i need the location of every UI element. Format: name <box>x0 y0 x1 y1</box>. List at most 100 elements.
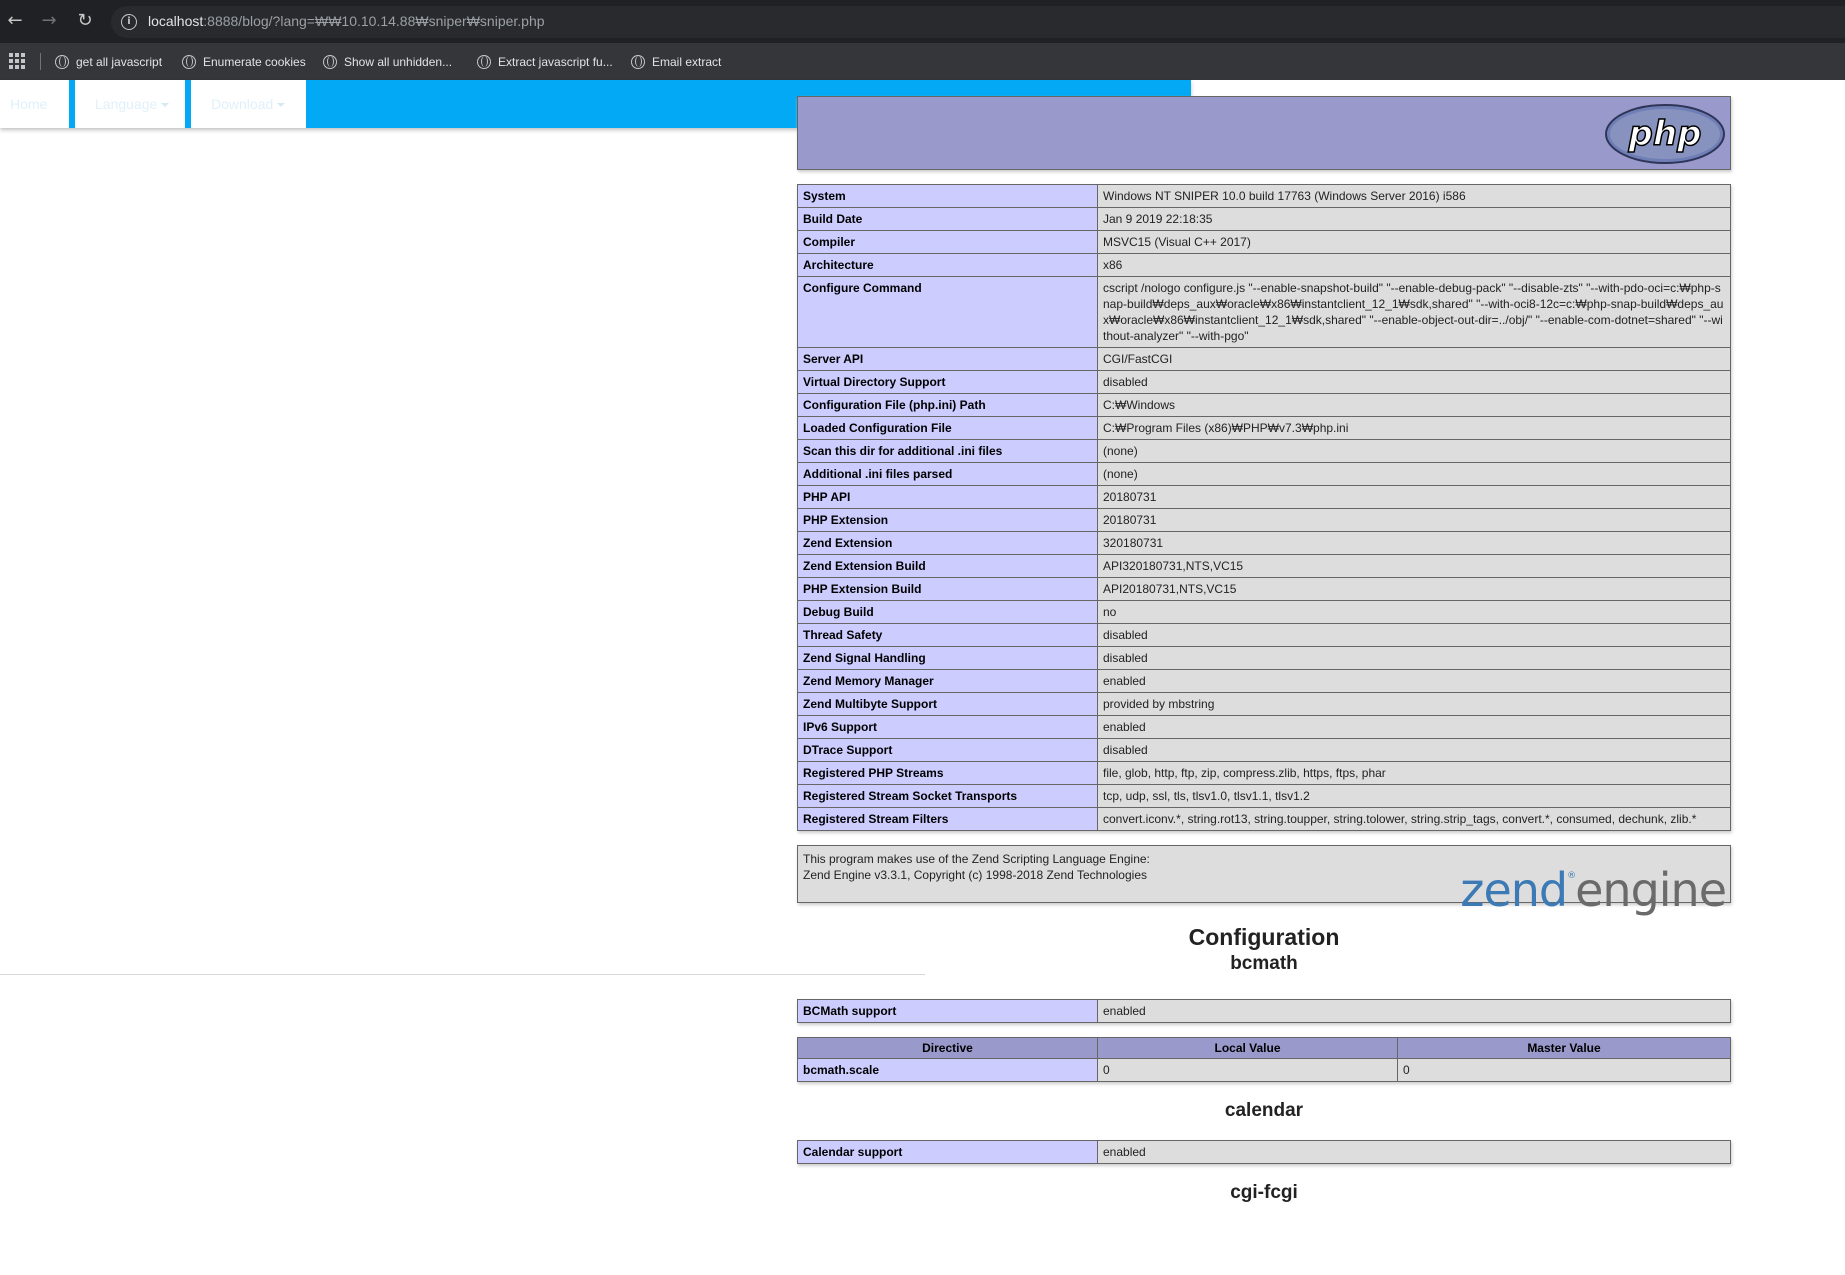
row-label: Additional .ini files parsed <box>797 462 1098 486</box>
globe-icon <box>182 55 196 69</box>
row-label: Loaded Configuration File <box>797 416 1098 440</box>
engine-logo-word: engine <box>1575 863 1727 917</box>
row-value: 20180731 <box>1097 508 1731 532</box>
table-row: Loaded Configuration File C:₩Program File… <box>797 416 1731 440</box>
row-label: Architecture <box>797 253 1098 277</box>
bcmath-support-table: BCMath support enabled <box>797 999 1731 1023</box>
zend-engine-logo[interactable]: zend®engine <box>1460 850 1727 917</box>
table-row: System Windows NT SNIPER 10.0 build 17763… <box>797 184 1731 208</box>
table-row: Configure Command cscript /nologo configu… <box>797 276 1731 348</box>
horizontal-rule <box>0 974 925 975</box>
url-host: localhost <box>148 13 204 29</box>
php-logo-text: php <box>1628 114 1702 154</box>
calendar-support-table: Calendar support enabled <box>797 1140 1731 1164</box>
bcmath-directives-table: Directive Local Value Master Value bcmat… <box>797 1037 1731 1082</box>
table-row: Registered PHP Streams file, glob, http, … <box>797 761 1731 785</box>
row-label: Zend Signal Handling <box>797 646 1098 670</box>
bookmark-label: Enumerate cookies <box>203 55 306 69</box>
zend-logo-word: zend <box>1460 863 1568 917</box>
row-value: (none) <box>1097 439 1731 463</box>
table-row: Thread Safety disabled <box>797 623 1731 647</box>
row-value: enabled <box>1097 669 1731 693</box>
table-row: Compiler MSVC15 (Visual C++ 2017) <box>797 230 1731 254</box>
table-row: Zend Multibyte Support provided by mbstri… <box>797 692 1731 716</box>
php-logo[interactable]: php <box>1604 103 1726 165</box>
browser-toolbar: ← → ↻ i localhost:8888/blog/?lang=₩₩10.1… <box>0 0 1845 43</box>
phpinfo-content: php System Windows NT SNIPER 10.0 build 1… <box>797 96 1731 1206</box>
bcmath-heading: bcmath <box>1230 953 1298 974</box>
caret-down-icon <box>161 103 170 108</box>
bookmark-get-all-javascript[interactable]: get all javascript <box>55 51 162 73</box>
row-label: Registered Stream Filters <box>797 807 1098 831</box>
row-label: Registered PHP Streams <box>797 761 1098 785</box>
bookmark-label: Email extract <box>652 55 722 69</box>
table-row: Debug Build no <box>797 600 1731 624</box>
table-row: Configuration File (php.ini) Path C:₩Wind… <box>797 393 1731 417</box>
apps-grid-icon[interactable] <box>9 53 25 69</box>
row-value: tcp, udp, ssl, tls, tlsv1.0, tlsv1.1, tl… <box>1097 784 1731 808</box>
table-row: Zend Extension Build API320180731,NTS,VC1… <box>797 554 1731 578</box>
directive-local-value: 0 <box>1097 1058 1398 1082</box>
row-value: (none) <box>1097 462 1731 486</box>
reload-icon[interactable]: ↻ <box>74 10 96 32</box>
table-row: DTrace Support disabled <box>797 738 1731 762</box>
directive-name: bcmath.scale <box>797 1058 1098 1082</box>
bookmarks-bar: get all javascript Enumerate cookies Sho… <box>0 43 1845 80</box>
bookmarks-divider <box>40 53 41 70</box>
row-label: Thread Safety <box>797 623 1098 647</box>
table-row: Zend Memory Manager enabled <box>797 669 1731 693</box>
table-row: Zend Signal Handling disabled <box>797 646 1731 670</box>
calendar-support-label: Calendar support <box>797 1140 1098 1164</box>
table-row: PHP Extension Build API20180731,NTS,VC15 <box>797 577 1731 601</box>
nav-download-dropdown[interactable]: Download <box>191 80 306 128</box>
address-bar[interactable]: i localhost:8888/blog/?lang=₩₩10.10.14.8… <box>111 6 1845 38</box>
row-label: PHP Extension Build <box>797 577 1098 601</box>
url-text[interactable]: localhost:8888/blog/?lang=₩₩10.10.14.88₩… <box>148 13 545 29</box>
calendar-heading: calendar <box>1224 1100 1304 1121</box>
table-row: Calendar support enabled <box>797 1140 1731 1164</box>
row-value: 20180731 <box>1097 485 1731 509</box>
row-value: disabled <box>1097 646 1731 670</box>
row-label: System <box>797 184 1098 208</box>
bookmark-show-all-unhidden[interactable]: Show all unhidden... <box>323 51 452 73</box>
row-value: 320180731 <box>1097 531 1731 555</box>
table-row: Zend Extension 320180731 <box>797 531 1731 555</box>
table-row: Server API CGI/FastCGI <box>797 347 1731 371</box>
row-value: file, glob, http, ftp, zip, compress.zli… <box>1097 761 1731 785</box>
row-value: Jan 9 2019 22:18:35 <box>1097 207 1731 231</box>
cgi-fcgi-heading: cgi-fcgi <box>1230 1182 1298 1203</box>
master-value-column-header: Master Value <box>1397 1037 1731 1059</box>
bookmark-email-extract[interactable]: Email extract <box>631 51 721 73</box>
row-label: Virtual Directory Support <box>797 370 1098 394</box>
row-label: Configuration File (php.ini) Path <box>797 393 1098 417</box>
row-label: Scan this dir for additional .ini files <box>797 439 1098 463</box>
row-value: C:₩Program Files (x86)₩PHP₩v7.3₩php.ini <box>1097 416 1731 440</box>
row-value: Windows NT SNIPER 10.0 build 17763 (Wind… <box>1097 184 1731 208</box>
bookmark-label: get all javascript <box>76 55 163 69</box>
nav-language-dropdown[interactable]: Language <box>75 80 185 128</box>
globe-icon <box>477 55 491 69</box>
row-value: x86 <box>1097 253 1731 277</box>
table-row: PHP Extension 20180731 <box>797 508 1731 532</box>
registered-mark: ® <box>1567 871 1576 881</box>
table-row: Registered Stream Filters convert.iconv.*… <box>797 807 1731 831</box>
configuration-heading: Configuration <box>1188 924 1340 950</box>
bookmark-enumerate-cookies[interactable]: Enumerate cookies <box>182 51 306 73</box>
bookmark-extract-javascript[interactable]: Extract javascript fu... <box>477 51 613 73</box>
row-value: disabled <box>1097 623 1731 647</box>
globe-icon <box>323 55 337 69</box>
row-label: Zend Extension <box>797 531 1098 555</box>
table-row: bcmath.scale 0 0 <box>797 1058 1731 1082</box>
bookmark-label: Show all unhidden... <box>344 55 453 69</box>
row-label: Compiler <box>797 230 1098 254</box>
row-value: disabled <box>1097 370 1731 394</box>
table-row: IPv6 Support enabled <box>797 715 1731 739</box>
back-arrow-icon[interactable]: ← <box>4 10 26 32</box>
nav-home-link[interactable]: Home <box>0 80 69 128</box>
forward-arrow-icon[interactable]: → <box>38 10 60 32</box>
phpinfo-header: php <box>797 96 1731 170</box>
table-row: PHP API 20180731 <box>797 485 1731 509</box>
site-info-icon[interactable]: i <box>121 14 137 30</box>
table-row: Build Date Jan 9 2019 22:18:35 <box>797 207 1731 231</box>
globe-icon <box>631 55 645 69</box>
